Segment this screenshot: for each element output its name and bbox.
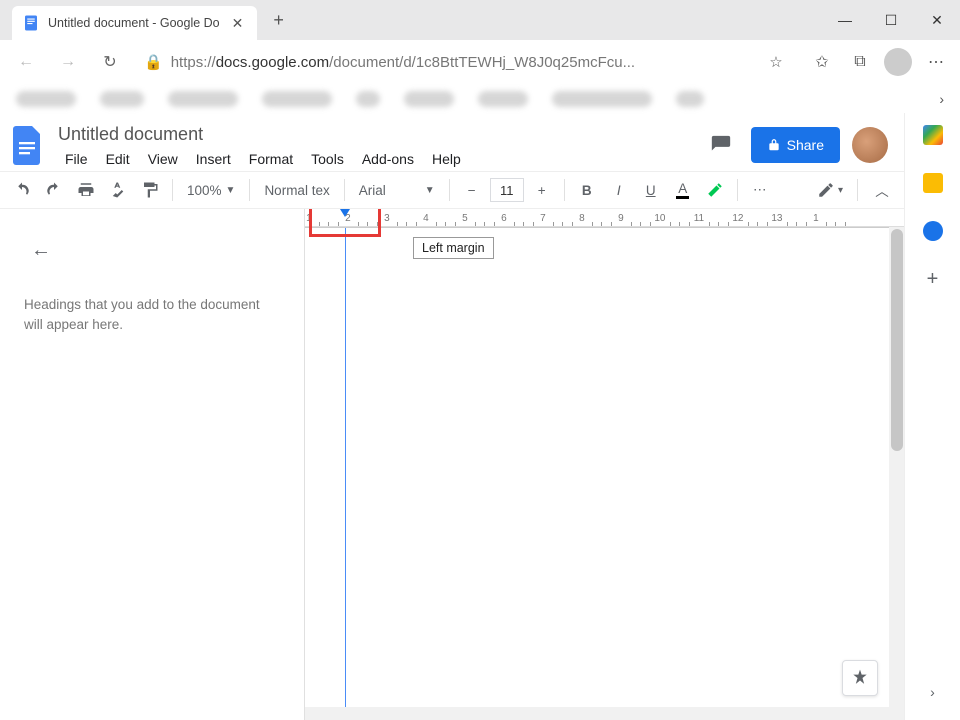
menu-insert[interactable]: Insert [189,149,238,169]
docs-logo-icon[interactable] [10,121,46,169]
ruler-tick: 1 [813,213,819,224]
underline-icon[interactable]: U [637,176,665,204]
share-button[interactable]: Share [751,127,840,163]
editing-mode-icon[interactable]: ▾ [813,176,847,204]
font-select[interactable]: Arial▼ [353,176,441,204]
menu-format[interactable]: Format [242,149,300,169]
document-title[interactable]: Untitled document [58,122,691,147]
toolbar-more-icon[interactable]: ⋯ [746,176,774,204]
back-button[interactable]: ← [10,46,42,78]
editor-area: ← Headings that you add to the document … [0,209,904,720]
comments-icon[interactable] [703,127,739,163]
window-controls: — ☐ ✕ [822,0,960,40]
ruler-tick: 6 [501,213,507,224]
margin-tooltip: Left margin [413,237,494,259]
ruler-tick: 12 [732,213,743,224]
bookmark-star-icon[interactable]: ☆ [762,48,790,76]
forward-button[interactable]: → [52,46,84,78]
tab-title: Untitled document - Google Do [48,16,220,30]
menu-edit[interactable]: Edit [99,149,137,169]
vertical-scrollbar[interactable] [889,227,904,720]
menu-help[interactable]: Help [425,149,468,169]
ruler-tick: 13 [771,213,782,224]
print-icon[interactable] [72,176,100,204]
menu-tools[interactable]: Tools [304,149,351,169]
highlight-color-icon[interactable] [701,176,729,204]
paint-format-icon[interactable] [136,176,164,204]
ruler-tick: 5 [462,213,468,224]
account-avatar[interactable] [852,127,888,163]
side-panel: + › [904,113,960,720]
ruler-tick: 7 [540,213,546,224]
browser-chrome: Untitled document - Google Do ✕ + — ☐ ✕ … [0,0,960,113]
font-size-inc-icon[interactable]: + [528,176,556,204]
docs-favicon-icon [22,14,40,32]
horizontal-ruler[interactable]: 1.00 123456789101112131 [305,209,904,227]
refresh-button[interactable]: ↻ [94,46,126,78]
ruler-tick: 3 [384,213,390,224]
undo-icon[interactable] [8,176,36,204]
calendar-icon[interactable] [923,125,943,145]
browser-tab[interactable]: Untitled document - Google Do ✕ [12,6,257,40]
close-window-icon[interactable]: ✕ [914,0,960,40]
browser-profile-avatar[interactable] [884,48,912,76]
address-row: ← → ↻ 🔒 https://docs.google.com/document… [0,40,960,84]
bookmarks-overflow-icon[interactable]: › [939,91,944,107]
outline-placeholder: Headings that you add to the document wi… [24,295,264,336]
ruler-tick: 8 [579,213,585,224]
collapse-toolbar-icon[interactable]: ︿ [868,176,896,204]
outline-close-icon[interactable]: ← [24,233,58,267]
font-size-dec-icon[interactable]: − [458,176,486,204]
italic-icon[interactable]: I [605,176,633,204]
font-size-input[interactable] [490,178,524,202]
outline-panel: ← Headings that you add to the document … [0,209,305,720]
styles-select[interactable]: Normal tex [258,176,335,204]
browser-menu-icon[interactable]: ⋯ [922,48,950,76]
minimize-icon[interactable]: — [822,0,868,40]
close-tab-icon[interactable]: ✕ [228,15,248,32]
keep-icon[interactable] [923,173,943,193]
docs-main: Untitled document File Edit View Insert … [0,113,904,720]
text-color-icon[interactable]: A [669,176,697,204]
bookmarks-bar: › [0,84,960,113]
share-label: Share [787,137,824,153]
docs-header: Untitled document File Edit View Insert … [0,113,904,171]
spellcheck-icon[interactable] [104,176,132,204]
collections-icon[interactable]: ⧉ [846,48,874,76]
url-bar[interactable]: 🔒 https://docs.google.com/document/d/1c8… [136,45,798,79]
margin-highlight [309,209,381,237]
side-panel-toggle-icon[interactable]: › [930,684,935,700]
tasks-icon[interactable] [923,221,943,241]
add-addon-icon[interactable]: + [923,269,943,289]
ruler-tick: 11 [694,213,704,224]
menu-view[interactable]: View [141,149,185,169]
redo-icon[interactable] [40,176,68,204]
tabs-row: Untitled document - Google Do ✕ + — ☐ ✕ [0,0,960,40]
maximize-icon[interactable]: ☐ [868,0,914,40]
lock-icon [767,138,781,152]
menu-addons[interactable]: Add-ons [355,149,421,169]
style-value: Normal tex [264,183,329,198]
toolbar: 100%▼ Normal tex Arial▼ − + B I U A ⋯ ▾ … [0,171,904,209]
menu-file[interactable]: File [58,149,95,169]
url-text: https://docs.google.com/document/d/1c8Bt… [171,54,754,71]
ruler-tick: 10 [654,213,665,224]
new-tab-button[interactable]: + [267,10,290,31]
page-area: 1.00 123456789101112131 Left margin [305,209,904,720]
font-value: Arial [359,183,386,198]
ruler-tick: 9 [618,213,624,224]
lock-icon: 🔒 [144,53,163,71]
favorites-icon[interactable]: ✩ [808,48,836,76]
zoom-select[interactable]: 100%▼ [181,176,241,204]
horizontal-scrollbar[interactable] [305,707,904,720]
docs-app: Untitled document File Edit View Insert … [0,113,960,720]
margin-guide-line [345,228,346,720]
zoom-value: 100% [187,183,222,198]
menu-bar: File Edit View Insert Format Tools Add-o… [58,149,691,169]
bold-icon[interactable]: B [573,176,601,204]
ruler-tick: 4 [423,213,429,224]
document-page[interactable] [305,227,904,720]
explore-button[interactable] [842,660,878,696]
